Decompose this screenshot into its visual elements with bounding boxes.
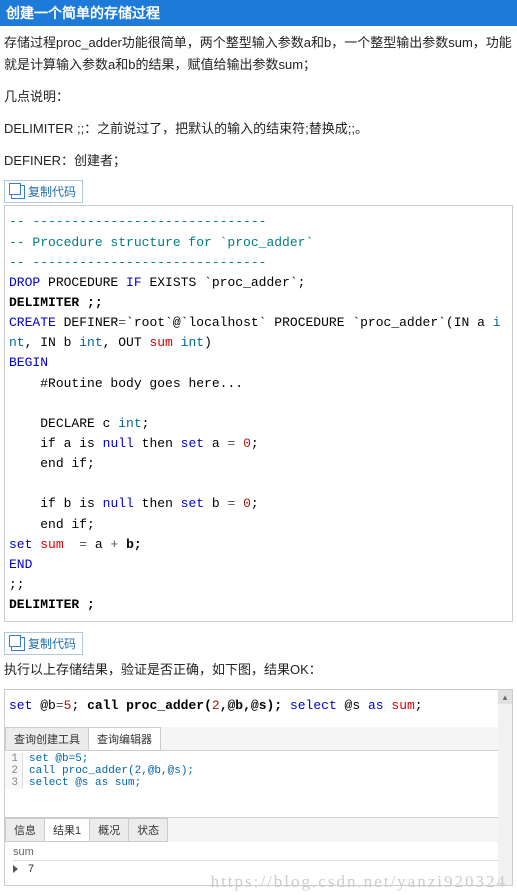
editor-code-area[interactable]: 1 2 3 set @b=5; call proc_adder(2,@b,@s)… [5, 751, 512, 791]
code-block-1: -- ------------------------------ -- Pro… [4, 205, 513, 622]
editor-screenshot: ▴ set @b=5; call proc_adder(2,@b,@s); se… [4, 689, 513, 885]
section-title: 创建一个简单的存储过程 [0, 0, 517, 26]
line-gutter: 1 2 3 [5, 753, 23, 789]
scroll-up-icon[interactable]: ▴ [498, 690, 512, 704]
copy-icon [11, 637, 25, 651]
copy-code-button-2[interactable]: 复制代码 [4, 632, 83, 655]
tab-info[interactable]: 信息 [5, 818, 45, 842]
copy-code-button[interactable]: 复制代码 [4, 180, 83, 203]
copy-icon [11, 185, 25, 199]
intro-p4: DEFINER：创建者； [0, 144, 517, 176]
watermark: https://blog.csdn.net/yanzi920324 [0, 872, 517, 892]
intro-p2: 几点说明： [0, 80, 517, 112]
copy-label: 复制代码 [28, 635, 76, 652]
scrollbar[interactable]: ▴ [498, 690, 512, 884]
tab-query-tool[interactable]: 查询创建工具 [5, 727, 89, 750]
code-lines: set @b=5; call proc_adder(2,@b,@s); sele… [23, 753, 194, 789]
copy-label: 复制代码 [28, 183, 76, 200]
code-block-2: set @b=5; call proc_adder(2,@b,@s); sele… [5, 690, 512, 726]
tab-profile[interactable]: 概况 [89, 818, 129, 842]
tab-status[interactable]: 状态 [128, 818, 168, 842]
intro-p3: DELIMITER ;;：之前说过了，把默认的输入的结束符;替换成;;。 [0, 112, 517, 144]
result-column: sum [13, 846, 504, 861]
tab-query-editor[interactable]: 查询编辑器 [88, 727, 161, 750]
intro-p1: 存储过程proc_adder功能很简单，两个整型输入参数a和b，一个整型输出参数… [0, 26, 517, 80]
mid-text: 执行以上存储结果，验证是否正确，如下图，结果OK： [0, 657, 517, 685]
editor-top-tabs: 查询创建工具 查询编辑器 [5, 727, 512, 751]
tab-result1[interactable]: 结果1 [44, 818, 90, 842]
editor-bottom-tabs: 信息 结果1 概况 状态 [5, 817, 512, 842]
